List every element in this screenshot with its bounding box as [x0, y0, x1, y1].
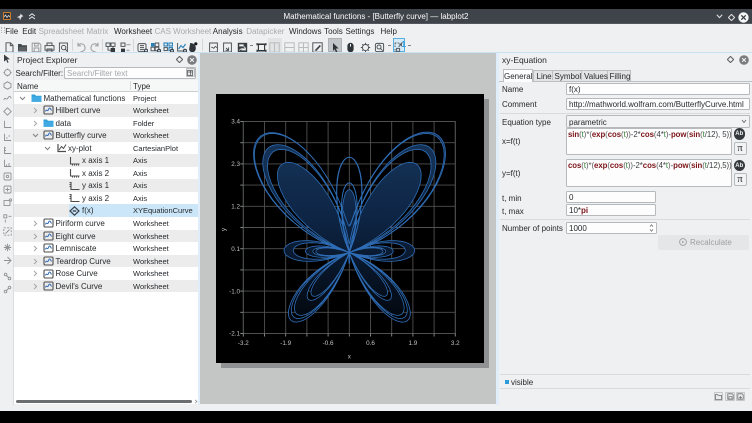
svg-text:3.2: 3.2: [451, 340, 460, 347]
svg-text:1.2: 1.2: [231, 203, 240, 210]
svg-text:0.6: 0.6: [366, 340, 375, 347]
svg-text:1.9: 1.9: [408, 340, 417, 347]
svg-text:0.1: 0.1: [231, 245, 240, 252]
svg-text:2.3: 2.3: [231, 161, 240, 168]
svg-text:3.4: 3.4: [231, 118, 240, 125]
svg-text:-1.0: -1.0: [229, 288, 240, 295]
svg-text:-0.6: -0.6: [322, 340, 333, 347]
svg-text:-3.2: -3.2: [238, 340, 249, 347]
svg-text:-2.1: -2.1: [229, 330, 240, 337]
svg-text:-1.9: -1.9: [280, 340, 291, 347]
